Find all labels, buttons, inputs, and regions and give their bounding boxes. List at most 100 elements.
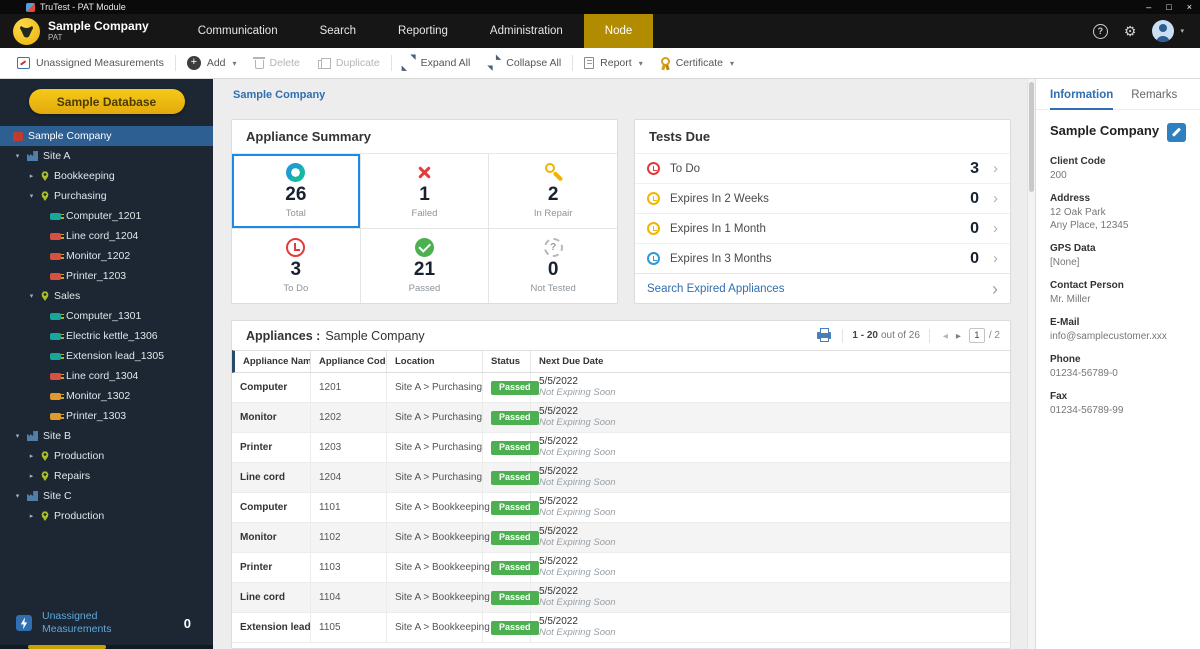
tree-item-label: Printer_1203 <box>66 270 126 282</box>
breadcrumb[interactable]: Sample Company <box>233 89 1011 101</box>
tree-item[interactable]: Site A <box>0 146 213 166</box>
table-row[interactable]: Monitor 1102 Site A > Bookkeeping Passed… <box>232 523 1010 553</box>
tree-item[interactable]: Monitor_1202 <box>0 246 213 266</box>
column-header[interactable]: Next Due Date <box>531 351 1010 372</box>
tree-item[interactable]: Sample Company <box>0 126 213 146</box>
table-row[interactable]: Monitor 1202 Site A > Purchasing Passed … <box>232 403 1010 433</box>
scrollbar-thumb[interactable] <box>1029 82 1034 192</box>
previous-page-button[interactable]: ◀ <box>939 332 952 340</box>
column-header[interactable]: Appliance Code <box>311 351 387 372</box>
cell-location: Site A > Purchasing <box>387 373 483 402</box>
delete-button[interactable]: Delete <box>246 48 309 78</box>
tree-item[interactable]: Monitor_1302 <box>0 386 213 406</box>
tree-item[interactable]: Line cord_1204 <box>0 226 213 246</box>
tree-expand-icon[interactable] <box>27 172 36 180</box>
gear-icon[interactable] <box>1124 24 1137 38</box>
unassigned-measurements-button[interactable]: Unassigned Measurements <box>8 48 173 78</box>
report-button[interactable]: Report ▾ <box>575 48 652 78</box>
cell-status: Passed <box>483 553 531 582</box>
page-number-input[interactable]: 1 <box>969 328 985 343</box>
tree-item[interactable]: Extension lead_1305 <box>0 346 213 366</box>
tree-item[interactable]: Electric kettle_1306 <box>0 326 213 346</box>
main-vertical-scrollbar[interactable] <box>1027 79 1035 649</box>
table-row[interactable]: Printer 1103 Site A > Bookkeeping Passed… <box>232 553 1010 583</box>
nav-item-communication[interactable]: Communication <box>177 14 299 48</box>
clock-red-icon <box>647 162 660 175</box>
tests-due-row[interactable]: Expires In 2 Weeks 0 › <box>635 183 1010 213</box>
tree-item[interactable]: Purchasing <box>0 186 213 206</box>
tree-item[interactable]: Production <box>0 446 213 466</box>
tree-item[interactable]: Printer_1203 <box>0 266 213 286</box>
sample-database-button[interactable]: Sample Database <box>29 89 185 114</box>
unassigned-measurements-label[interactable]: Unassigned Measurements <box>42 610 122 637</box>
tree-item[interactable]: Site B <box>0 426 213 446</box>
tree-item[interactable]: Sales <box>0 286 213 306</box>
tree-item[interactable]: Computer_1201 <box>0 206 213 226</box>
table-row[interactable]: Extension lead 1105 Site A > Bookkeeping… <box>232 613 1010 643</box>
search-expired-appliances-link[interactable]: Search Expired Appliances <box>647 283 784 295</box>
tests-due-row[interactable]: Expires In 1 Month 0 › <box>635 213 1010 243</box>
summary-tile[interactable]: 21 Passed <box>361 229 489 303</box>
tree-expand-icon[interactable] <box>27 452 36 460</box>
table-row[interactable]: Line cord 1104 Site A > Bookkeeping Pass… <box>232 583 1010 613</box>
tree-item[interactable]: Computer_1301 <box>0 306 213 326</box>
edit-pencil-icon[interactable] <box>1167 123 1186 142</box>
search-expired-appliances-row[interactable]: Search Expired Appliances › <box>635 273 1010 303</box>
tree-item[interactable]: Printer_1303 <box>0 406 213 426</box>
column-header[interactable]: Status <box>483 351 531 372</box>
column-header[interactable]: Location <box>387 351 483 372</box>
close-button[interactable]: × <box>1187 3 1192 12</box>
summary-tile[interactable]: 1 Failed <box>361 154 489 228</box>
nav-item-search[interactable]: Search <box>299 14 377 48</box>
table-row[interactable]: Computer 1201 Site A > Purchasing Passed… <box>232 373 1010 403</box>
tree-expand-icon[interactable] <box>27 292 36 300</box>
scrollbar-thumb[interactable] <box>28 645 106 649</box>
collapse-all-button[interactable]: Collapse All <box>479 48 570 78</box>
nottested-icon <box>544 238 563 257</box>
tests-due-row[interactable]: To Do 3 › <box>635 153 1010 183</box>
minimize-button[interactable]: – <box>1146 3 1151 12</box>
next-page-button[interactable]: ▶ <box>952 332 965 340</box>
chevron-down-icon[interactable]: ▾ <box>730 59 734 68</box>
nav-item-reporting[interactable]: Reporting <box>377 14 469 48</box>
user-avatar[interactable] <box>1152 20 1174 42</box>
tree-item[interactable]: Line cord_1304 <box>0 366 213 386</box>
pagination-range: 1 - 20 <box>852 330 878 341</box>
nav-item-node[interactable]: Node <box>584 14 654 48</box>
summary-tile[interactable]: 26 Total <box>232 154 360 228</box>
add-button[interactable]: Add ▾ <box>178 48 246 78</box>
tab-information[interactable]: Information <box>1050 89 1113 110</box>
expand-all-button[interactable]: Expand All <box>394 48 480 78</box>
tree-item[interactable]: Site C <box>0 486 213 506</box>
pin-icon <box>41 451 49 461</box>
table-row[interactable]: Printer 1203 Site A > Purchasing Passed … <box>232 433 1010 463</box>
chevron-down-icon[interactable]: ▾ <box>639 59 643 68</box>
tests-due-row[interactable]: Expires In 3 Months 0 › <box>635 243 1010 273</box>
tree-expand-icon[interactable] <box>27 512 36 520</box>
chevron-down-icon[interactable]: ▾ <box>233 59 237 68</box>
chevron-down-icon[interactable]: ▾ <box>1180 27 1184 35</box>
help-icon[interactable] <box>1093 24 1108 39</box>
tree-expand-icon[interactable] <box>13 152 22 160</box>
summary-tile[interactable]: 2 In Repair <box>489 154 617 228</box>
nav-item-administration[interactable]: Administration <box>469 14 584 48</box>
tab-remarks[interactable]: Remarks <box>1131 89 1177 109</box>
print-icon[interactable] <box>817 332 831 339</box>
duplicate-button[interactable]: Duplicate <box>309 48 389 78</box>
column-header[interactable]: Appliance Name <box>235 351 311 372</box>
table-row[interactable]: Computer 1101 Site A > Bookkeeping Passe… <box>232 493 1010 523</box>
summary-tile[interactable]: 3 To Do <box>232 229 360 303</box>
sidebar-horizontal-scrollbar[interactable] <box>0 645 213 649</box>
tree-expand-icon[interactable] <box>13 492 22 500</box>
tree-item[interactable]: Production <box>0 506 213 526</box>
tree-expand-icon[interactable] <box>27 192 36 200</box>
tree-expand-icon[interactable] <box>27 472 36 480</box>
certificate-button[interactable]: Certificate ▾ <box>652 48 743 78</box>
summary-tile[interactable]: 0 Not Tested <box>489 229 617 303</box>
table-row[interactable]: Line cord 1204 Site A > Purchasing Passe… <box>232 463 1010 493</box>
tree-item[interactable]: Bookkeeping <box>0 166 213 186</box>
unassigned-measurements-footer[interactable]: Unassigned Measurements 0 <box>0 600 213 649</box>
tree-expand-icon[interactable] <box>13 432 22 440</box>
tree-item[interactable]: Repairs <box>0 466 213 486</box>
maximize-button[interactable]: □ <box>1166 3 1171 12</box>
